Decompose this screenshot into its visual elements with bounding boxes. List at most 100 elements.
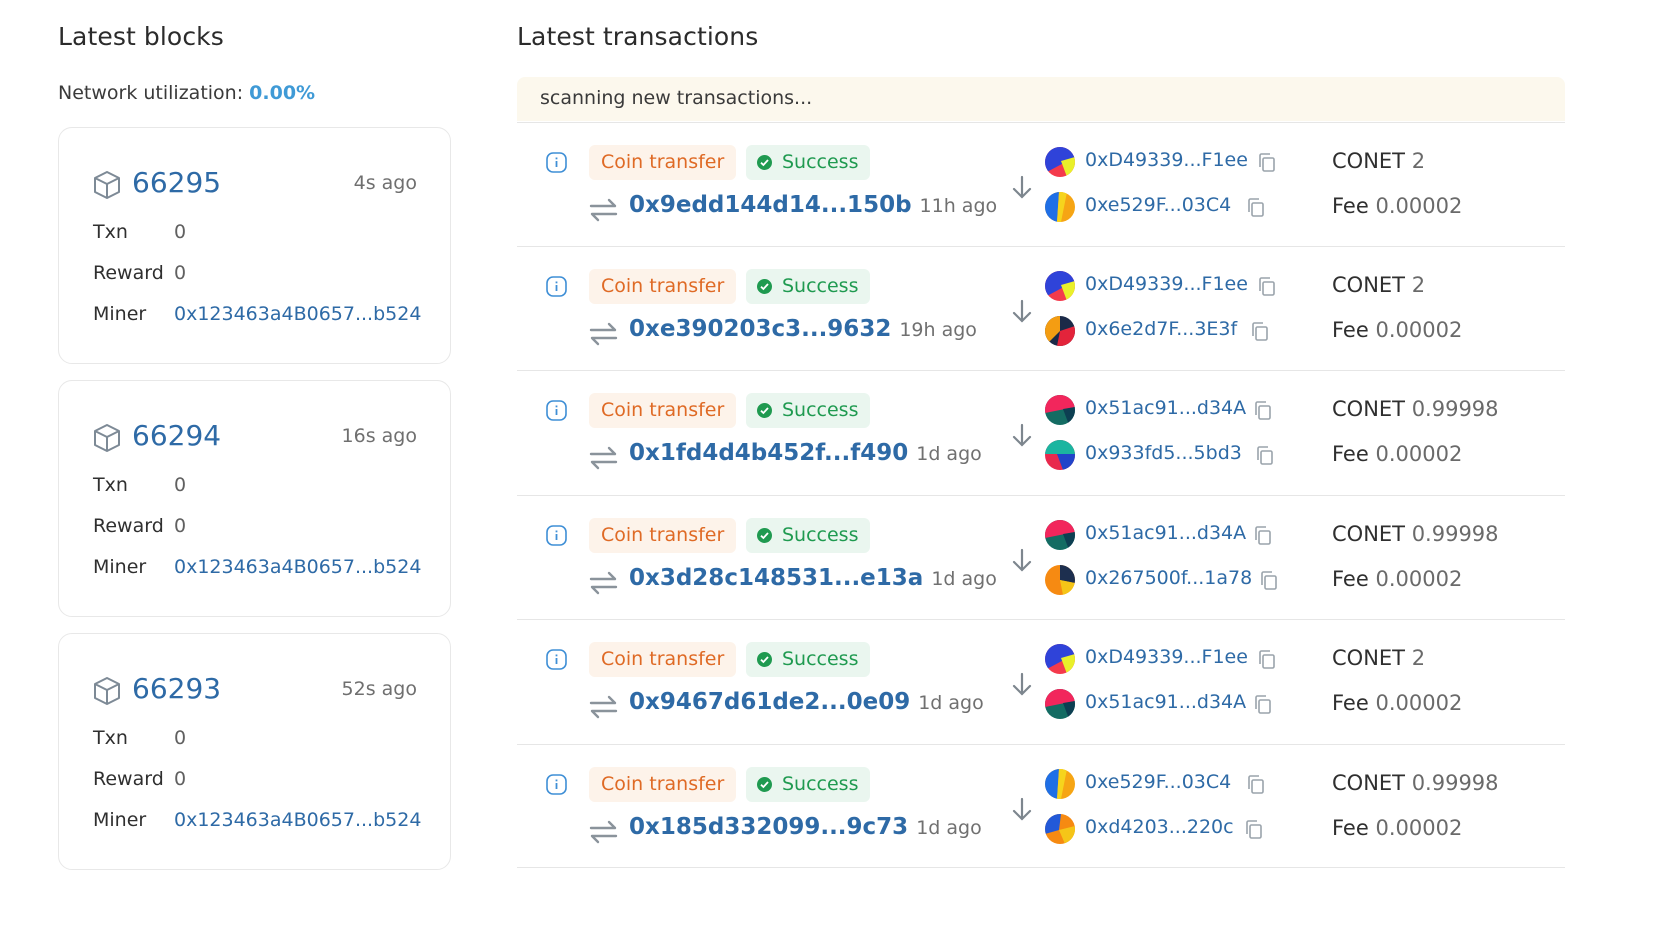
tx-type-badge: Coin transfer: [589, 767, 737, 802]
address-link[interactable]: 0x51ac91...d34A: [1085, 522, 1246, 544]
info-icon[interactable]: [546, 276, 567, 297]
tx-hash-link[interactable]: 0x9edd144d14...150b 11h ago: [629, 192, 997, 218]
check-circle-icon: [757, 652, 772, 667]
info-icon[interactable]: [546, 152, 567, 173]
transaction-row: Coin transfer Success 0x9467d61de2...0e0…: [517, 619, 1565, 743]
tx-fee: Fee 0.00002: [1332, 816, 1462, 840]
info-icon[interactable]: [546, 774, 567, 795]
tx-type-badge: Coin transfer: [589, 642, 737, 677]
tx-hash[interactable]: 0x9467d61de2...0e09: [629, 689, 910, 715]
tx-fee-label: Fee: [1332, 691, 1369, 715]
copy-icon[interactable]: [1259, 277, 1275, 296]
tx-fee: Fee 0.00002: [1332, 567, 1462, 591]
tx-value-amount: 0.99998: [1411, 771, 1499, 795]
tx-fee: Fee 0.00002: [1332, 194, 1462, 218]
tx-fee-amount: 0.00002: [1375, 442, 1463, 466]
address-link[interactable]: 0x267500f...1a78: [1085, 567, 1252, 589]
address-link[interactable]: 0xD49339...F1ee: [1085, 149, 1248, 171]
tx-fee: Fee 0.00002: [1332, 318, 1462, 342]
copy-icon[interactable]: [1248, 198, 1264, 217]
check-circle-icon: [757, 279, 772, 294]
tx-hash[interactable]: 0x3d28c148531...e13a: [629, 565, 923, 591]
cube-icon: [94, 677, 120, 705]
tx-value-amount: 2: [1411, 149, 1426, 173]
tx-type-badge: Coin transfer: [589, 269, 737, 304]
swap-arrows-icon: [589, 695, 618, 719]
block-reward-row: Reward 0: [93, 768, 186, 790]
tx-age: 1d ago: [916, 817, 982, 839]
copy-icon[interactable]: [1261, 571, 1277, 590]
copy-icon[interactable]: [1246, 820, 1262, 839]
latest-blocks-title: Latest blocks: [58, 22, 224, 51]
address-link[interactable]: 0x51ac91...d34A: [1085, 691, 1246, 713]
check-circle-icon: [757, 155, 772, 170]
copy-icon[interactable]: [1259, 650, 1275, 669]
transaction-row: Coin transfer Success 0x185d332099...9c7…: [517, 744, 1565, 868]
tx-status-label: Success: [782, 275, 859, 297]
tx-fee: Fee 0.00002: [1332, 442, 1462, 466]
info-icon[interactable]: [546, 649, 567, 670]
block-txn-value: 0: [174, 727, 187, 749]
arrow-down-icon: [1012, 423, 1032, 447]
tx-value: CONET 2: [1332, 273, 1425, 297]
tx-hash[interactable]: 0x1fd4d4b452f...f490: [629, 440, 908, 466]
tx-type-badge: Coin transfer: [589, 145, 737, 180]
tx-fee-label: Fee: [1332, 318, 1369, 342]
tx-hash-link[interactable]: 0x185d332099...9c73 1d ago: [629, 814, 982, 840]
address-link[interactable]: 0x51ac91...d34A: [1085, 397, 1246, 419]
transaction-row: Coin transfer Success 0xe390203c3...9632…: [517, 246, 1565, 370]
address-link[interactable]: 0xe529F...03C4: [1085, 771, 1231, 793]
tx-hash-link[interactable]: 0xe390203c3...9632 19h ago: [629, 316, 977, 342]
arrow-down-icon: [1012, 672, 1032, 696]
network-utilization-label: Network utilization:: [58, 82, 244, 104]
tx-hash[interactable]: 0x9edd144d14...150b: [629, 192, 912, 218]
address-link[interactable]: 0xD49339...F1ee: [1085, 646, 1248, 668]
block-miner-link[interactable]: 0x123463a4B0657...b524: [174, 556, 421, 578]
tx-hash[interactable]: 0x185d332099...9c73: [629, 814, 908, 840]
tx-status-label: Success: [782, 773, 859, 795]
tx-fee-amount: 0.00002: [1375, 816, 1463, 840]
tx-fee-label: Fee: [1332, 816, 1369, 840]
transaction-row: Coin transfer Success 0x1fd4d4b452f...f4…: [517, 370, 1565, 494]
copy-icon[interactable]: [1255, 401, 1271, 420]
copy-icon[interactable]: [1257, 446, 1273, 465]
block-miner-link[interactable]: 0x123463a4B0657...b524: [174, 303, 421, 325]
copy-icon[interactable]: [1252, 322, 1268, 341]
block-txn-row: Txn 0: [93, 474, 186, 496]
arrow-down-icon: [1012, 797, 1032, 821]
tx-hash-link[interactable]: 0x1fd4d4b452f...f490 1d ago: [629, 440, 982, 466]
tx-status-label: Success: [782, 151, 859, 173]
block-number-link[interactable]: 66295: [132, 166, 221, 199]
copy-icon[interactable]: [1255, 526, 1271, 545]
identicon-avatar: [1045, 271, 1075, 301]
address-link[interactable]: 0x933fd5...5bd3: [1085, 442, 1242, 464]
block-number-link[interactable]: 66293: [132, 672, 221, 705]
address-link[interactable]: 0x6e2d7F...3E3f: [1085, 318, 1237, 340]
block-reward-value: 0: [174, 768, 187, 790]
tx-age: 1d ago: [916, 443, 982, 465]
tx-hash-link[interactable]: 0x9467d61de2...0e09 1d ago: [629, 689, 984, 715]
info-icon[interactable]: [546, 525, 567, 546]
address-link[interactable]: 0xe529F...03C4: [1085, 194, 1231, 216]
tx-status-label: Success: [782, 399, 859, 421]
tx-hash[interactable]: 0xe390203c3...9632: [629, 316, 891, 342]
block-txn-value: 0: [174, 474, 187, 496]
scanning-banner: scanning new transactions...: [517, 77, 1565, 121]
tx-age: 11h ago: [919, 195, 998, 217]
address-link[interactable]: 0xD49339...F1ee: [1085, 273, 1248, 295]
block-card: 66295 4s ago Txn 0 Reward 0 Miner 0x123463a…: [58, 127, 451, 364]
copy-icon[interactable]: [1259, 153, 1275, 172]
copy-icon[interactable]: [1248, 775, 1264, 794]
tx-hash-link[interactable]: 0x3d28c148531...e13a 1d ago: [629, 565, 997, 591]
info-icon[interactable]: [546, 400, 567, 421]
block-miner-link[interactable]: 0x123463a4B0657...b524: [174, 809, 421, 831]
network-utilization: Network utilization: 0.00%: [58, 82, 315, 104]
block-card: 66293 52s ago Txn 0 Reward 0 Miner 0x123463…: [58, 633, 451, 870]
copy-icon[interactable]: [1255, 695, 1271, 714]
block-number-link[interactable]: 66294: [132, 419, 221, 452]
transaction-row: Coin transfer Success 0x9edd144d14...150…: [517, 122, 1565, 246]
network-utilization-value: 0.00%: [249, 82, 316, 104]
tx-fee-amount: 0.00002: [1375, 567, 1463, 591]
address-link[interactable]: 0xd4203...220c: [1085, 816, 1234, 838]
tx-fee-amount: 0.00002: [1375, 318, 1463, 342]
